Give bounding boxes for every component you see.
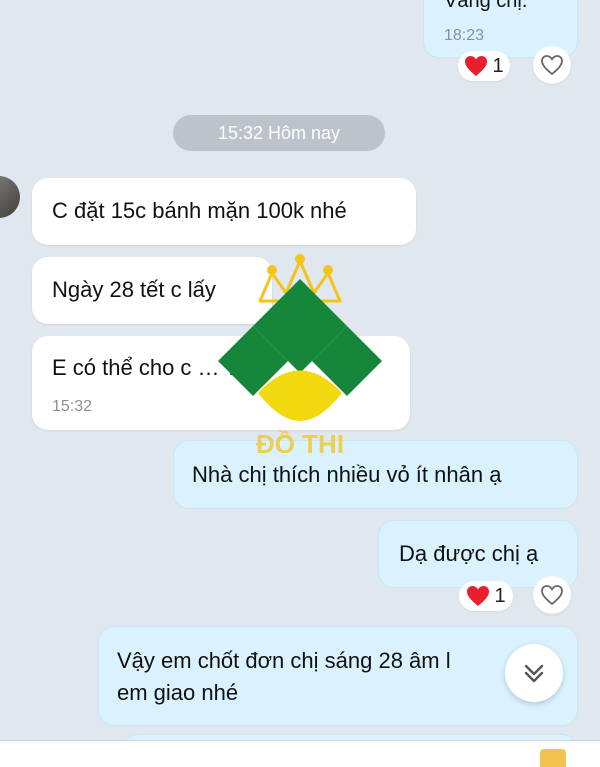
reaction-count: 1: [494, 584, 506, 607]
message-text: Vậy em chốt đơn chị sáng 28 âm l: [117, 648, 451, 673]
red-heart-icon: [465, 56, 488, 76]
heart-outline-icon: [541, 55, 563, 76]
avatar[interactable]: [0, 176, 20, 218]
message-incoming[interactable]: C đặt 15c bánh mặn 100k nhé: [32, 178, 416, 245]
watermark-text: ĐỒ THỊ: [256, 429, 344, 453]
heart-outline-icon: [541, 585, 563, 606]
reaction-pill[interactable]: 1: [458, 51, 510, 81]
date-separator: 15:32 Hôm nay: [173, 115, 385, 151]
scroll-down-button[interactable]: [505, 644, 563, 702]
message-input-bar[interactable]: [0, 740, 600, 767]
red-heart-icon: [467, 586, 490, 606]
message-text: Vâng chị.: [444, 0, 528, 12]
message-text: Dạ được chị ạ: [399, 541, 539, 566]
reaction-count: 1: [492, 54, 504, 77]
diamond-logo-icon: [218, 279, 382, 421]
message-time: 15:32: [52, 398, 93, 415]
like-button[interactable]: [533, 576, 571, 614]
message-text-line2: em giao nhé: [117, 680, 239, 705]
message-time: 18:23: [444, 27, 485, 44]
like-button[interactable]: [533, 46, 571, 84]
message-text: Nhà chị thích nhiều vỏ ít nhân ạ: [192, 462, 502, 487]
brand-watermark: ĐỒ THỊ: [218, 254, 382, 453]
chevron-double-down-icon: [524, 664, 544, 683]
message-text: C đặt 15c bánh mặn 100k nhé: [52, 198, 347, 223]
message-text: Ngày 28 tết c lấy: [52, 277, 216, 302]
reaction-pill[interactable]: 1: [459, 581, 513, 611]
input-icon-hint[interactable]: [540, 749, 566, 767]
